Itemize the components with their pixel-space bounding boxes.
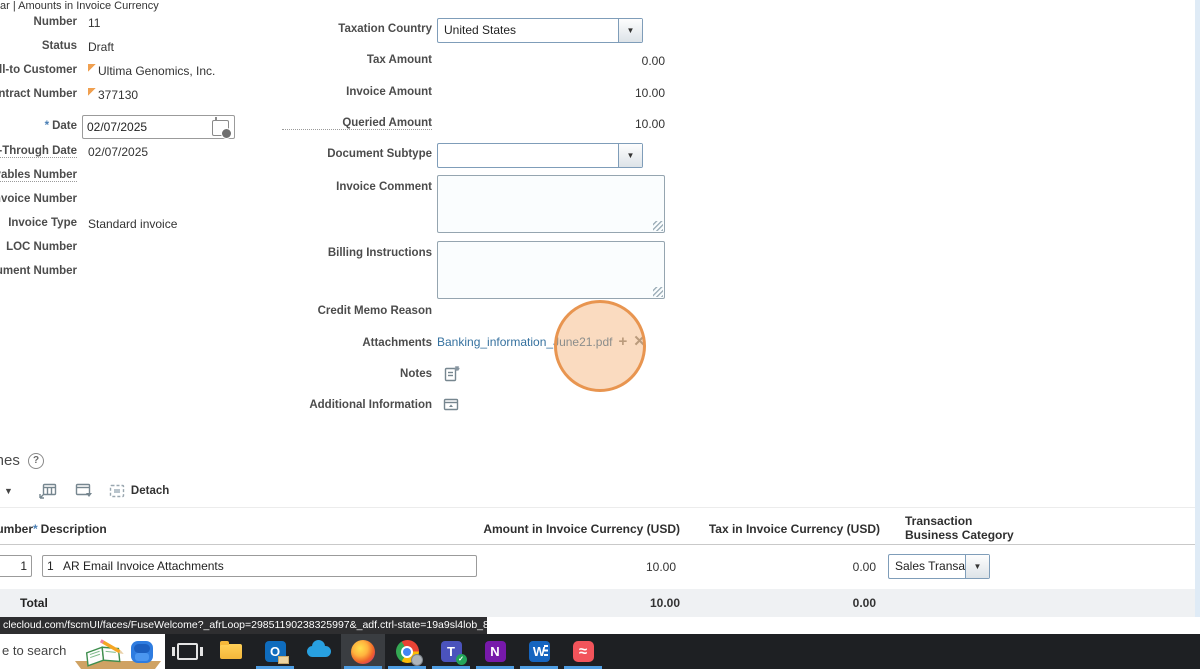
onedrive-icon[interactable]: [297, 634, 341, 669]
transaction-category-select[interactable]: Sales Transaction ▼: [888, 554, 990, 579]
view-menu-caret-icon[interactable]: ▼: [4, 486, 13, 496]
detach-icon[interactable]: [108, 483, 126, 499]
taskbar-apps: O T ✓ N W ≈: [165, 634, 605, 669]
outlook-icon[interactable]: O: [253, 634, 297, 669]
tax-amount-label: Tax Amount: [366, 54, 432, 66]
invoice-amount-label: Invoice Amount: [346, 86, 432, 98]
table-row: 10.00 0.00 Sales Transaction ▼: [0, 551, 1200, 581]
notes-label: Notes: [400, 368, 432, 380]
document-subtype-value: [438, 144, 618, 167]
firefox-icon[interactable]: [341, 634, 385, 669]
onenote-icon[interactable]: N: [473, 634, 517, 669]
credit-memo-reason-label: Credit Memo Reason: [317, 305, 432, 317]
total-amount-value: 10.00: [649, 596, 680, 610]
create-note-icon[interactable]: [444, 365, 460, 382]
attachment-link[interactable]: Banking_information_June21.pdf: [437, 335, 612, 349]
column-header-tax: Tax in Invoice Currency (USD): [708, 522, 880, 536]
billing-instructions-textarea[interactable]: [437, 241, 665, 299]
attachments-label: Attachments: [362, 337, 432, 349]
column-header-category: Transaction Business Category: [905, 514, 1014, 542]
query-by-example-icon[interactable]: [75, 483, 94, 499]
queried-amount-value: 10.00: [634, 117, 665, 131]
taxation-country-select[interactable]: United States ▼: [437, 18, 643, 43]
chrome-icon[interactable]: [385, 634, 429, 669]
search-placeholder: e to search: [2, 643, 67, 658]
table-header: Number *Description Amount in Invoice Cu…: [0, 507, 1200, 545]
search-highlight-illustration: [75, 639, 161, 669]
tax-amount-value: 0.00: [641, 54, 665, 68]
additional-information-label: Additional Information: [309, 399, 432, 411]
export-icon[interactable]: [39, 483, 57, 499]
invoice-amount-value: 10.00: [634, 86, 665, 100]
column-header-description: * Description: [33, 522, 107, 536]
column-header-number: Number: [0, 522, 33, 536]
resize-grip-icon[interactable]: [653, 221, 663, 231]
task-view-icon[interactable]: [165, 634, 209, 669]
scribe-icon[interactable]: ≈: [561, 634, 605, 669]
attachments-row: Banking_information_June21.pdf + ✕: [437, 334, 646, 349]
taxation-country-value: United States: [444, 23, 517, 37]
line-description-input[interactable]: [42, 555, 477, 577]
queried-amount-label: Queried Amount: [282, 117, 432, 130]
windows-taskbar: e to search O T ✓ N W ≈: [0, 634, 1200, 669]
chevron-down-icon[interactable]: ▼: [965, 555, 989, 578]
help-icon[interactable]: ?: [28, 453, 44, 469]
column-header-amount: Amount in Invoice Currency (USD): [483, 522, 680, 536]
total-row: Total 10.00 0.00: [0, 589, 1200, 617]
scrollbar[interactable]: [1195, 0, 1200, 617]
right-form: Taxation Country United States ▼ Tax Amo…: [0, 0, 700, 430]
line-tax-value: 0.00: [852, 560, 876, 574]
transaction-category-value: Sales Transaction: [895, 559, 965, 573]
billing-instructions-label: Billing Instructions: [327, 247, 432, 259]
invoice-comment-textarea[interactable]: [437, 175, 665, 233]
lines-toolbar: ▼ Detach: [0, 482, 169, 500]
remove-attachment-icon[interactable]: ✕: [633, 334, 646, 349]
total-label: Total: [20, 596, 48, 610]
invoice-comment-label: Invoice Comment: [336, 181, 432, 193]
taskbar-search[interactable]: e to search: [0, 634, 165, 669]
chevron-down-icon[interactable]: ▼: [618, 144, 642, 167]
add-attachment-icon[interactable]: +: [618, 334, 627, 349]
document-subtype-select[interactable]: ▼: [437, 143, 643, 168]
invoice-page: ar | Amounts in Invoice Currency Number …: [0, 0, 1200, 669]
chevron-down-icon[interactable]: ▼: [618, 19, 642, 42]
additional-information-icon[interactable]: [443, 398, 460, 412]
lines-title: Lines: [0, 452, 20, 469]
file-explorer-icon[interactable]: [209, 634, 253, 669]
taxation-country-label: Taxation Country: [338, 23, 432, 35]
word-icon[interactable]: W: [517, 634, 561, 669]
document-subtype-label: Document Subtype: [327, 148, 432, 160]
total-tax-value: 0.00: [852, 596, 876, 610]
detach-button[interactable]: Detach: [131, 485, 169, 497]
status-url-bar: clecloud.com/fscmUI/faces/FuseWelcome?_a…: [0, 617, 487, 634]
teams-icon[interactable]: T ✓: [429, 634, 473, 669]
resize-grip-icon[interactable]: [653, 287, 663, 297]
line-number-input[interactable]: [0, 555, 32, 577]
line-amount-value: 10.00: [645, 560, 676, 574]
